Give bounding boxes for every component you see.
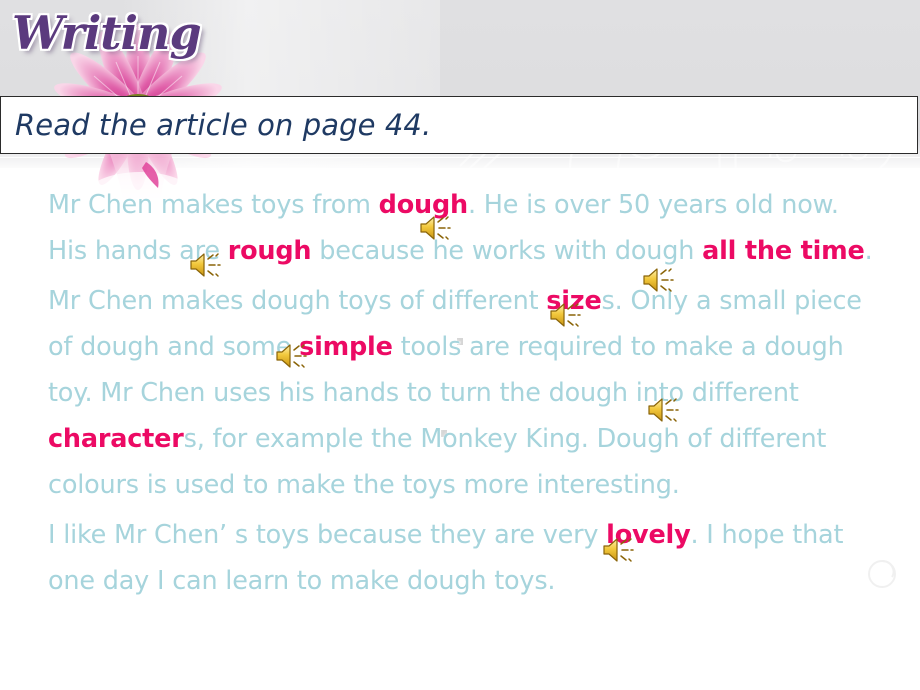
speaker-icon[interactable] [549,300,583,330]
article-paragraph: I like Mr Chen’ s toys because they are … [48,512,884,604]
article-text: I like Mr Chen’ s toys because they are … [48,520,607,550]
article-text: . [864,236,873,266]
highlighted-word: all the time [702,236,865,266]
speaker-icon[interactable] [419,213,453,243]
article-paragraph: Mr Chen makes dough toys of different si… [48,278,884,508]
speaker-icon[interactable] [647,395,681,425]
instruction-text: Read the article on page 44. [15,108,432,142]
slide: Writing Read the article on page 44. Mr … [0,0,920,690]
speaker-icon[interactable] [189,250,223,280]
article-body: Mr Chen makes toys from dough. He is ove… [48,182,884,608]
article-paragraph: Mr Chen makes toys from dough. He is ove… [48,182,884,274]
article-text: Mr Chen makes dough toys of different [48,286,547,316]
article-text: Mr Chen makes toys from [48,190,379,220]
speaker-icon[interactable] [275,341,309,371]
highlighted-word: simple [299,332,393,362]
highlighted-word: character [48,424,184,454]
highlighted-word: rough [227,236,312,266]
page-title: Writing [12,6,202,60]
instruction-box: Read the article on page 44. [0,96,918,154]
speaker-icon[interactable] [602,535,636,565]
speaker-icon[interactable] [642,265,676,295]
article-text: because he works with dough [311,236,703,266]
